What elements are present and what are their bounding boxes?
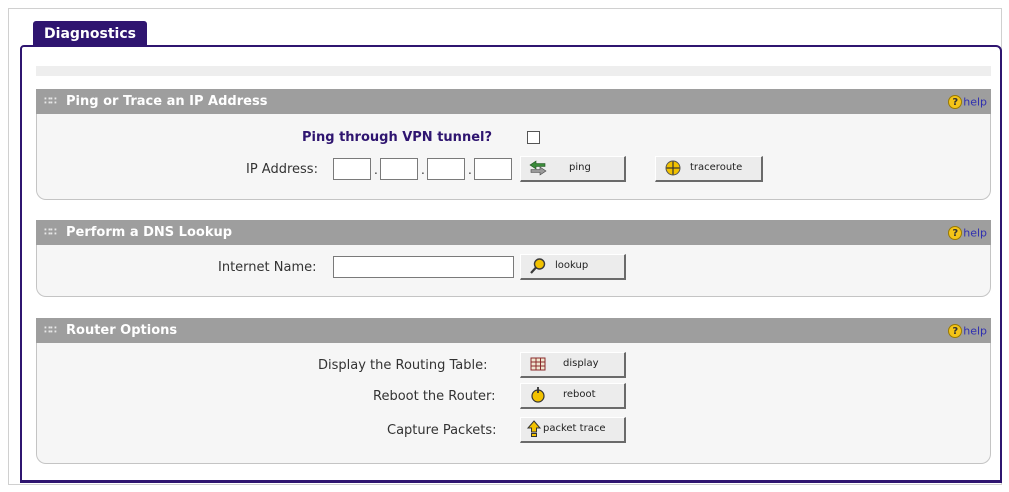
packet-trace-button[interactable]: packet trace	[520, 417, 626, 443]
lookup-button[interactable]: lookup	[520, 254, 626, 280]
table-icon	[530, 357, 546, 371]
router-section-title: Router Options	[66, 323, 178, 338]
router-section-header: ∷∷ Router Options ? help	[36, 318, 991, 343]
ping-section-header: ∷∷ Ping or Trace an IP Address ? help	[36, 89, 991, 114]
dns-help-link[interactable]: ? help	[948, 220, 987, 246]
traceroute-button-label: traceroute	[690, 162, 743, 173]
routing-table-label: Display the Routing Table:	[318, 358, 488, 373]
question-icon: ?	[948, 226, 963, 240]
ip-octet-4-input[interactable]	[474, 158, 512, 180]
ping-button[interactable]: ping	[520, 156, 626, 182]
grip-icon: ∷∷	[44, 96, 57, 107]
ip-octet-2-input[interactable]	[380, 158, 418, 180]
upload-arrow-icon	[526, 420, 542, 437]
lookup-button-label: lookup	[555, 260, 589, 271]
ping-help-link[interactable]: ? help	[948, 89, 987, 115]
help-text: help	[963, 324, 987, 338]
dns-section-title: Perform a DNS Lookup	[66, 225, 233, 240]
dns-section-header: ∷∷ Perform a DNS Lookup ? help	[36, 220, 991, 245]
reboot-button-label: reboot	[563, 389, 596, 400]
grip-icon: ∷∷	[44, 227, 57, 238]
top-strip	[36, 66, 991, 76]
capture-packets-label: Capture Packets:	[387, 423, 497, 438]
ip-separator: .	[374, 163, 378, 177]
ip-address-label: IP Address:	[246, 162, 318, 177]
ip-separator: .	[421, 163, 425, 177]
help-text: help	[963, 95, 987, 109]
ip-octet-1-input[interactable]	[333, 158, 371, 180]
magnifier-icon	[530, 258, 546, 274]
grip-icon: ∷∷	[44, 325, 57, 336]
display-button-label: display	[563, 358, 599, 369]
internet-name-label: Internet Name:	[218, 260, 317, 275]
packet-trace-button-label: packet trace	[543, 423, 606, 434]
traceroute-button[interactable]: traceroute	[655, 156, 763, 182]
vpn-tunnel-checkbox[interactable]	[527, 131, 540, 144]
vpn-tunnel-label: Ping through VPN tunnel?	[302, 130, 493, 145]
ip-octet-3-input[interactable]	[427, 158, 465, 180]
reboot-button[interactable]: reboot	[520, 383, 626, 409]
ping-section-body	[36, 114, 991, 200]
ping-section-title: Ping or Trace an IP Address	[66, 94, 268, 109]
ping-button-label: ping	[569, 162, 591, 173]
router-section-body	[36, 343, 991, 464]
help-text: help	[963, 226, 987, 240]
ip-separator: .	[468, 163, 472, 177]
internet-name-input[interactable]	[333, 256, 514, 278]
tab-diagnostics[interactable]: Diagnostics	[33, 21, 147, 47]
question-icon: ?	[948, 95, 963, 109]
arrows-icon	[529, 160, 547, 176]
router-help-link[interactable]: ? help	[948, 318, 987, 344]
display-button[interactable]: display	[520, 352, 626, 378]
restart-icon	[531, 387, 545, 403]
crosshair-icon	[665, 160, 681, 176]
question-icon: ?	[948, 324, 963, 338]
reboot-label: Reboot the Router:	[373, 389, 496, 404]
